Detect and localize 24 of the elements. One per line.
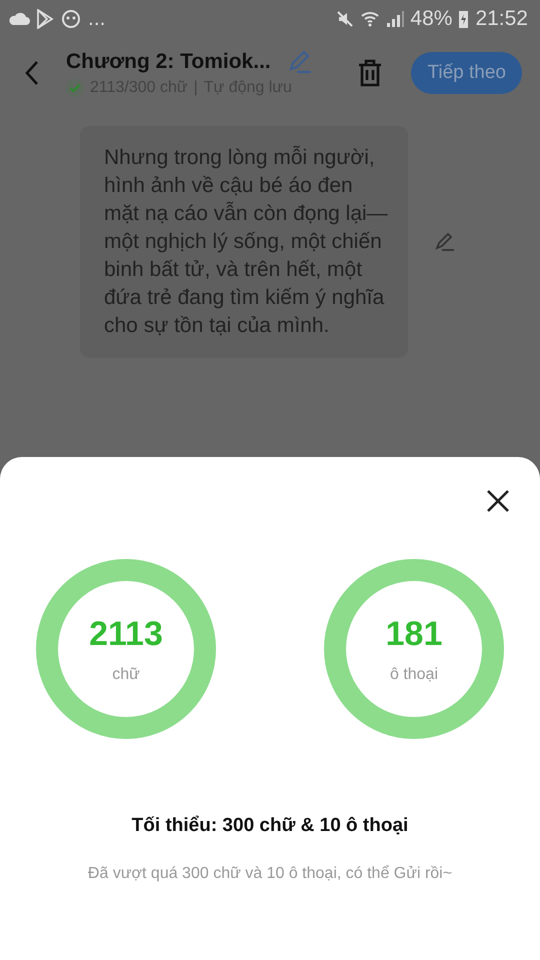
separator: | — [194, 79, 198, 97]
chapter-title: Chương 2: Tomiok... — [66, 50, 271, 74]
trash-icon[interactable] — [357, 59, 384, 87]
edit-icon[interactable] — [434, 231, 456, 253]
more-notifications: ... — [88, 7, 106, 31]
mute-icon — [336, 10, 354, 28]
count-unit: ô thoại — [390, 666, 438, 684]
wifi-icon — [360, 10, 380, 28]
paragraph-text: Nhưng trong lòng mỗi người, hình ảnh về cậu bé áo đen mặt nạ cáo vẫn còn đọng lại—một nghịch lý sống, một chiến binh bất tử, và trên hết, một đứa trẻ đang tìm kiếm ý nghĩa cho sự tồn tại của mình. — [104, 144, 388, 339]
battery-percent: 48% — [410, 7, 452, 31]
next-button[interactable]: Tiếp theo — [411, 52, 522, 94]
mascot-icon — [60, 9, 82, 29]
play-store-icon — [36, 9, 54, 29]
status-message: Đã vượt quá 300 chữ và 10 ô thoại, có thể Gửi rồi~ — [88, 865, 452, 883]
back-icon[interactable] — [24, 60, 40, 86]
count-value: 181 — [386, 614, 442, 654]
count-value: 2113 — [89, 614, 163, 654]
requirement-text: Tối thiểu: 300 chữ & 10 ô thoại — [132, 815, 408, 837]
battery-charging-icon — [458, 9, 470, 29]
count-unit: chữ — [112, 666, 140, 684]
cloud-icon — [8, 12, 30, 26]
signal-icon — [386, 10, 404, 28]
clock: 21:52 — [475, 7, 528, 31]
close-icon[interactable] — [486, 489, 510, 513]
